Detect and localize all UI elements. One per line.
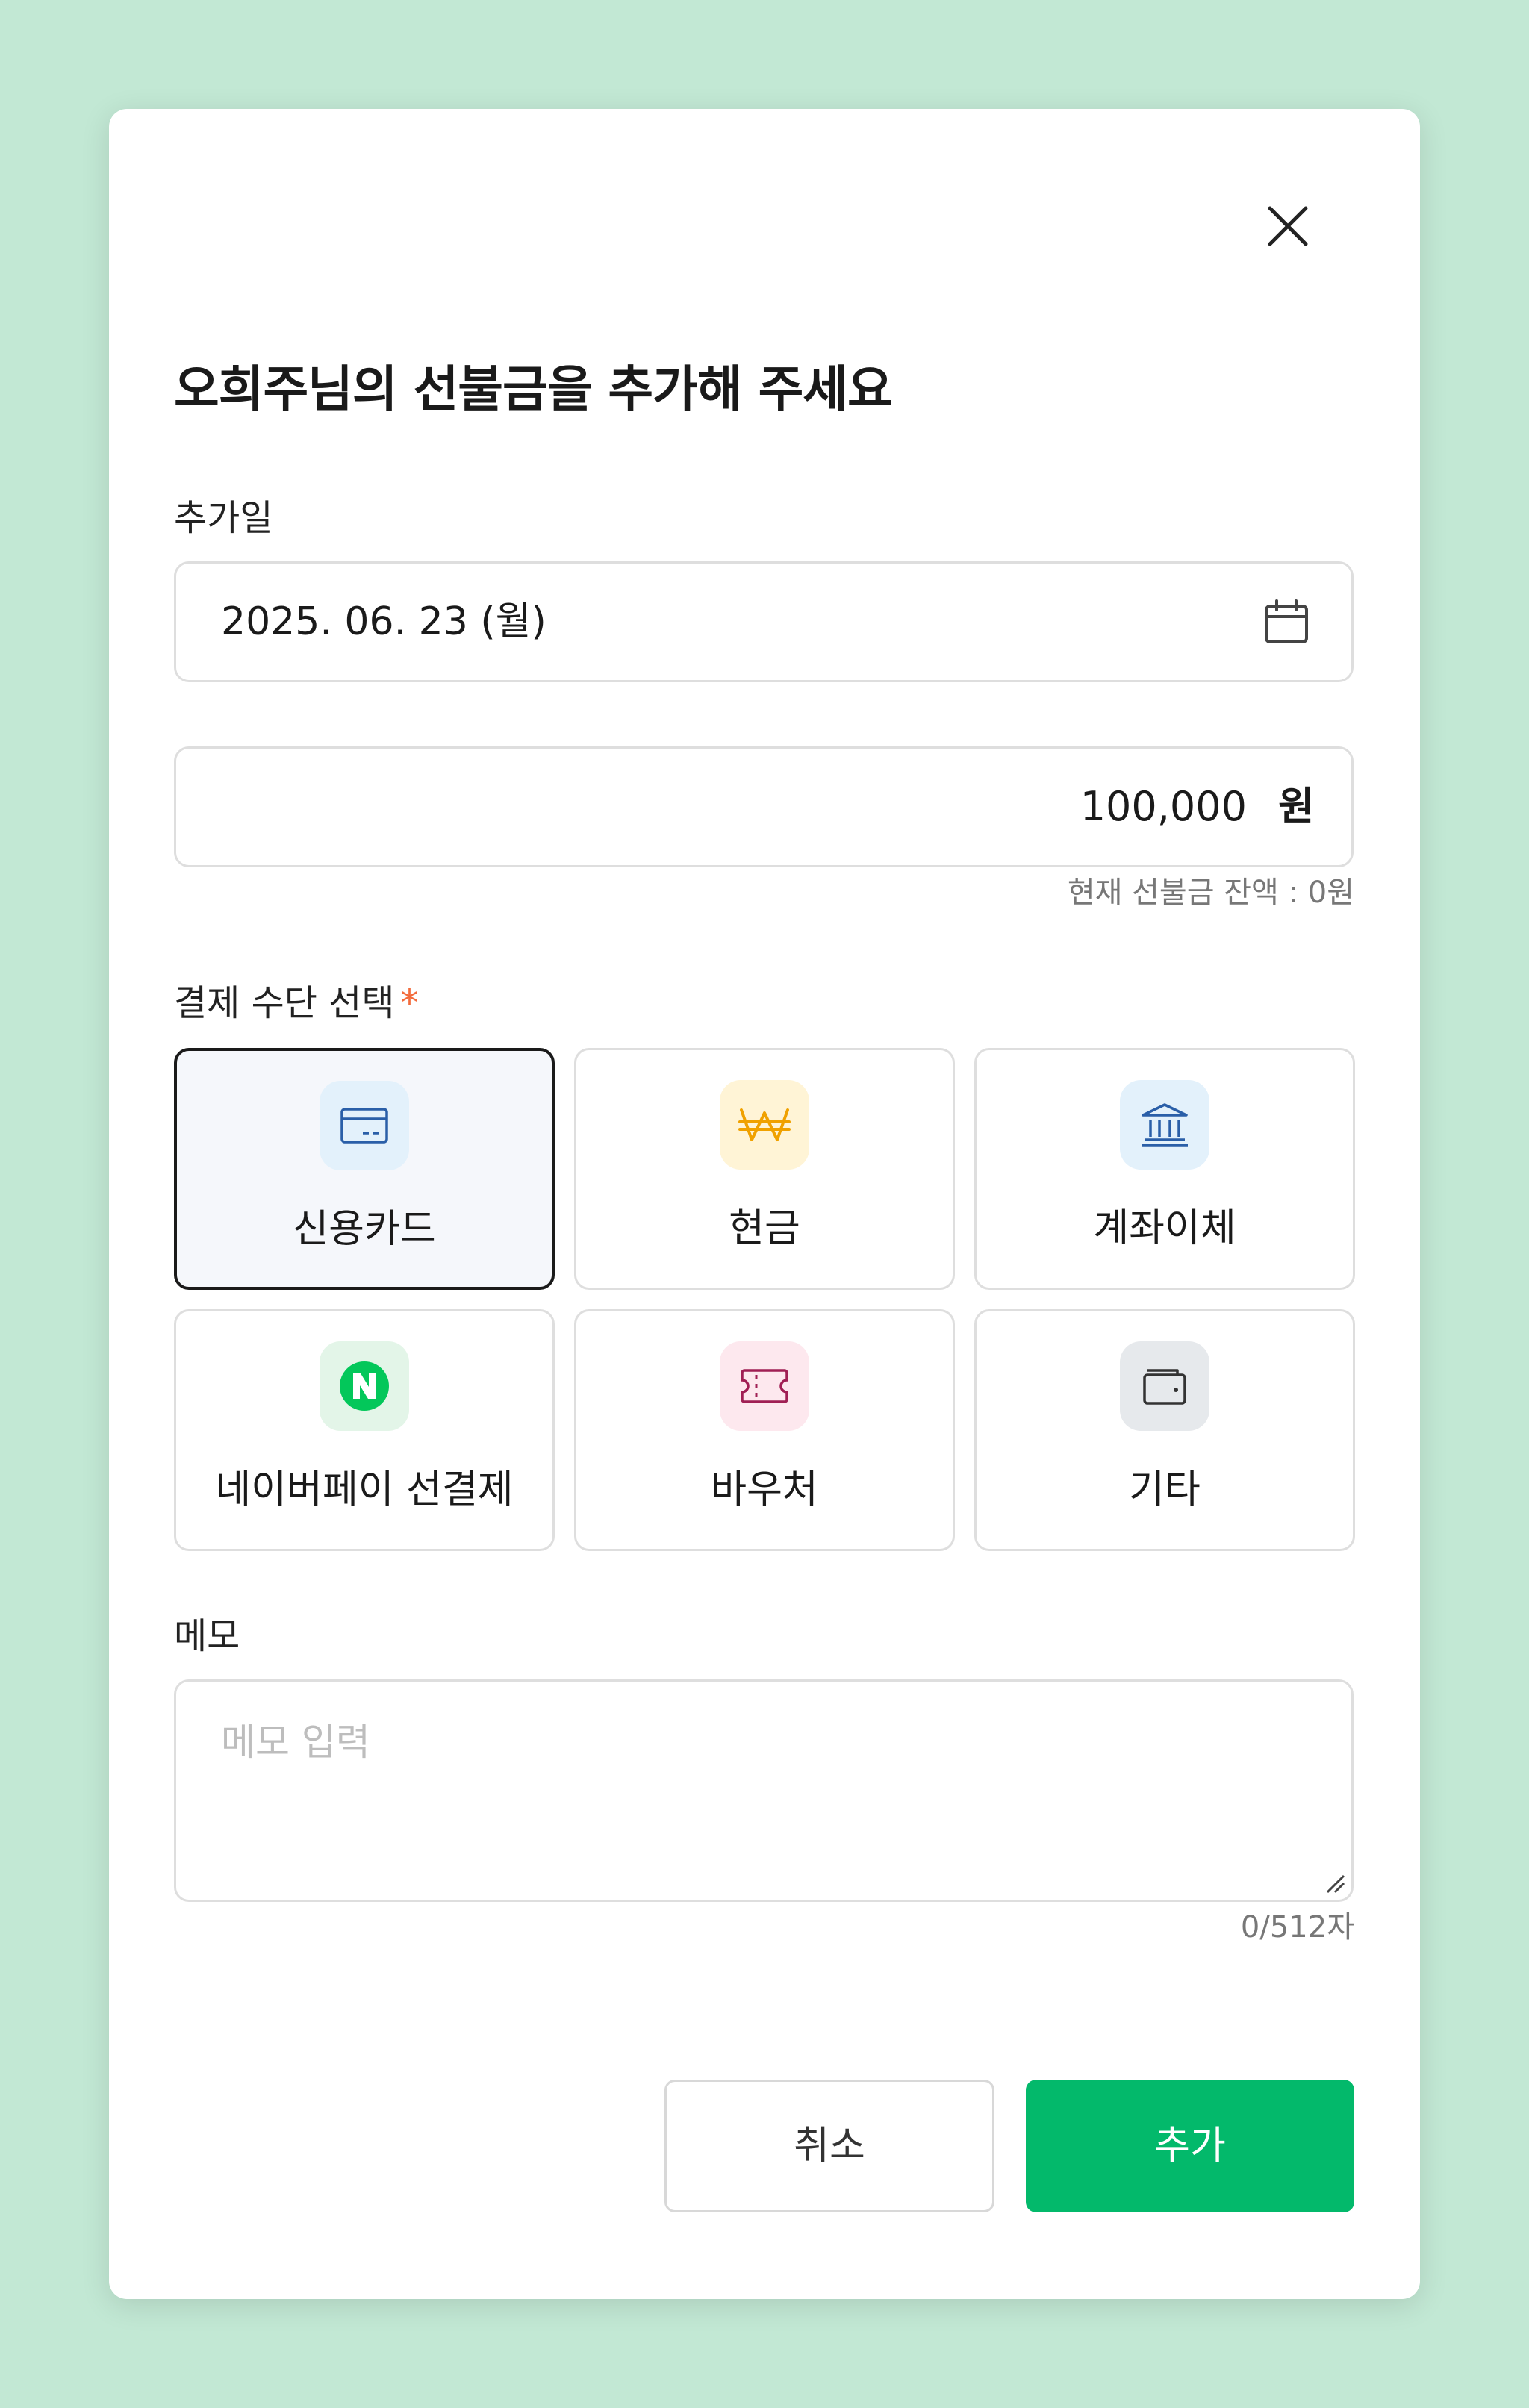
date-label: 추가일 <box>174 497 273 539</box>
bank-icon <box>1120 1080 1209 1170</box>
payment-option-credit-card[interactable]: 신용카드 <box>174 1048 555 1290</box>
payment-option-label: 네이버페이 선결제 <box>215 1467 514 1512</box>
payment-label-text: 결제 수단 선택 <box>174 982 395 1024</box>
close-icon <box>1268 206 1308 246</box>
payment-option-bank-transfer[interactable]: 계좌이체 <box>974 1048 1355 1290</box>
ticket-icon <box>720 1341 809 1431</box>
payment-option-label: 계좌이체 <box>1093 1206 1236 1251</box>
payment-option-label: 현금 <box>729 1206 800 1251</box>
modal-title: 오희주님의 선불금을 추가해 주세요 <box>174 361 893 418</box>
memo-label: 메모 <box>174 1615 240 1657</box>
payment-option-label: 기타 <box>1129 1467 1201 1512</box>
payment-option-other[interactable]: 기타 <box>974 1309 1355 1551</box>
naver-pay-icon <box>320 1341 409 1431</box>
close-button[interactable] <box>1262 200 1314 252</box>
amount-unit: 원 <box>1278 785 1314 829</box>
payment-option-label: 바우처 <box>711 1467 818 1512</box>
add-button[interactable]: 추가 <box>1026 2080 1354 2212</box>
balance-helper: 현재 선불금 잔액 : 0원 <box>1067 876 1354 910</box>
date-field[interactable]: 2025. 06. 23 (월) <box>174 561 1354 682</box>
amount-value: 100,000 <box>1080 783 1247 830</box>
memo-placeholder: 메모 입력 <box>221 1721 370 1764</box>
payment-option-voucher[interactable]: 바우처 <box>574 1309 955 1551</box>
payment-option-label: 신용카드 <box>293 1207 436 1252</box>
calendar-icon[interactable] <box>1263 599 1310 645</box>
resize-grip-icon[interactable] <box>1323 1871 1345 1894</box>
payment-option-naver-pay[interactable]: 네이버페이 선결제 <box>174 1309 555 1551</box>
won-icon <box>720 1080 809 1170</box>
wallet-icon <box>1120 1341 1209 1431</box>
amount-field[interactable]: 100,000 원 <box>174 746 1354 867</box>
memo-textarea[interactable]: 메모 입력 <box>174 1679 1354 1902</box>
payment-label: 결제 수단 선택 * <box>174 979 418 1027</box>
required-mark: * <box>400 982 419 1024</box>
credit-card-icon <box>320 1081 409 1170</box>
cancel-button[interactable]: 취소 <box>664 2080 994 2212</box>
date-value: 2025. 06. 23 (월) <box>221 599 546 644</box>
payment-option-cash[interactable]: 현금 <box>574 1048 955 1290</box>
memo-counter: 0/512자 <box>1240 1910 1354 1944</box>
